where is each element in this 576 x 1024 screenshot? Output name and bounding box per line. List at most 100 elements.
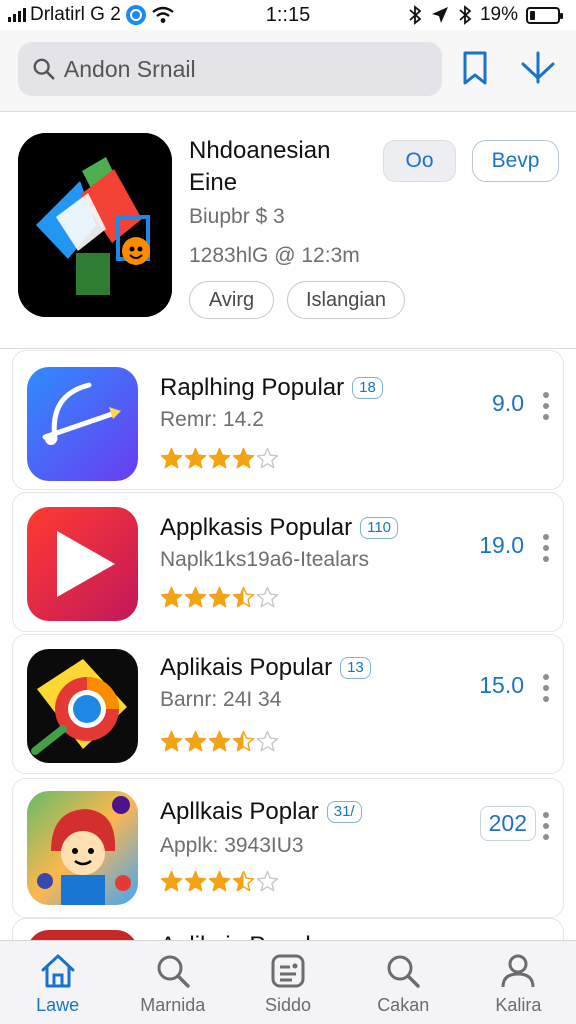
search-input[interactable] xyxy=(63,55,428,83)
signal-icon xyxy=(8,8,26,22)
app-icon-browser[interactable] xyxy=(27,649,138,763)
app-row[interactable]: Apllkais Poplar 31/ Applk: 3943IU3 202 xyxy=(0,778,576,920)
app-icon-character[interactable] xyxy=(27,791,138,905)
app-rating: 9.0 xyxy=(492,390,524,416)
app-rating: 202 xyxy=(479,806,536,841)
bluetooth-icon xyxy=(409,5,422,25)
star-filled-icon xyxy=(160,447,183,470)
messenger-icon xyxy=(125,5,146,25)
app-name: Apllkais Poplar 31/ xyxy=(160,798,362,826)
bookmark-button[interactable] xyxy=(455,48,495,88)
tab-label: Siddo xyxy=(264,995,312,1015)
star-empty-icon xyxy=(256,586,279,609)
app-subtitle: Applk: 3943IU3 xyxy=(160,834,304,857)
more-options-icon[interactable] xyxy=(542,674,550,702)
star-filled-icon xyxy=(232,447,255,470)
profile-icon xyxy=(501,954,535,988)
app-icon-bow[interactable] xyxy=(27,367,138,481)
star-filled-icon xyxy=(160,730,183,753)
app-icon-play[interactable] xyxy=(27,507,138,621)
tab-apps[interactable]: Siddo xyxy=(230,941,345,1024)
home-icon xyxy=(41,954,75,988)
featured-app[interactable]: Nhdoanesian Eine Oo Bevp Biupbr $ 3 1283… xyxy=(0,113,576,349)
star-half-icon xyxy=(232,586,255,609)
featured-app-price: Biupbr $ 3 xyxy=(189,205,285,228)
status-bar: Drlatirl G 2 1::15 19% xyxy=(0,0,576,30)
search-icon xyxy=(387,955,420,988)
app-row[interactable]: Applkasis Popular 110 Naplk1ks19a6-Iteal… xyxy=(0,492,576,634)
app-name: Aplikais Popular 13 xyxy=(160,654,371,682)
more-options-icon[interactable] xyxy=(542,392,550,420)
app-row[interactable]: Aplikais Popular 13 Barnr: 24I 34 15.0 xyxy=(0,634,576,776)
download-button[interactable] xyxy=(518,48,558,88)
star-filled-icon xyxy=(208,730,231,753)
carrier-label: Drlatirl G 2 xyxy=(30,4,121,25)
app-rating: 19.0 xyxy=(479,532,524,558)
bluetooth-icon-2 xyxy=(459,5,472,25)
app-name: Applkasis Popular 110 xyxy=(160,514,399,542)
app-subtitle: Naplk1ks19a6-Itealars xyxy=(160,548,369,571)
star-filled-icon xyxy=(184,586,207,609)
location-icon xyxy=(431,7,448,23)
star-rating xyxy=(160,730,279,753)
app-badge: 18 xyxy=(352,377,383,399)
tab-search[interactable]: Marnida xyxy=(115,941,230,1024)
app-rating: 15.0 xyxy=(479,672,524,698)
more-options-icon[interactable] xyxy=(542,534,550,562)
tag-chip[interactable]: Avirg xyxy=(189,281,274,319)
featured-logo-icon xyxy=(18,133,172,317)
more-options-icon[interactable] xyxy=(542,812,550,840)
app-badge: 31/ xyxy=(326,801,362,823)
featured-app-icon[interactable] xyxy=(18,133,172,317)
star-rating xyxy=(160,586,279,609)
app-subtitle: Barnr: 24I 34 xyxy=(160,688,282,711)
star-filled-icon xyxy=(184,730,207,753)
status-left: Drlatirl G 2 xyxy=(8,4,175,26)
star-filled-icon xyxy=(160,586,183,609)
app-name: Raplhing Popular 18 xyxy=(160,374,383,402)
star-filled-icon xyxy=(160,870,183,893)
featured-open-button[interactable]: Oo xyxy=(383,140,456,182)
search-icon xyxy=(33,58,55,80)
app-row[interactable]: Raplhing Popular 18 Remr: 14.2 9.0 xyxy=(0,350,576,492)
header xyxy=(0,30,576,112)
app-subtitle: Remr: 14.2 xyxy=(160,408,264,431)
search-icon xyxy=(157,955,190,988)
tab-label: Kalira xyxy=(495,995,542,1015)
tag-chip[interactable]: Islangian xyxy=(287,281,405,319)
star-half-icon xyxy=(232,870,255,893)
star-empty-icon xyxy=(256,870,279,893)
battery-percent: 19% xyxy=(479,4,518,25)
app-badge: 110 xyxy=(360,517,399,539)
tab-profile[interactable]: Kalira xyxy=(461,941,576,1024)
star-filled-icon xyxy=(208,586,231,609)
tab-label: Lawe xyxy=(36,995,80,1015)
star-filled-icon xyxy=(184,870,207,893)
search-bar[interactable] xyxy=(18,42,442,96)
tab-bar: Lawe Marnida Siddo Cakan Kalira xyxy=(0,940,576,1024)
app-name-text: Raplhing Popular xyxy=(160,374,345,401)
app-name-text: Apllkais Poplar xyxy=(160,798,319,825)
app-name-text: Aplikais Popular xyxy=(160,654,333,681)
featured-app-title: Nhdoanesian Eine xyxy=(189,137,331,196)
star-filled-icon xyxy=(208,870,231,893)
featured-buy-button[interactable]: Bevp xyxy=(472,140,559,182)
app-badge: 13 xyxy=(340,657,371,679)
bookmark-icon xyxy=(463,51,487,85)
tab-label: Cakan xyxy=(377,995,430,1015)
status-right: 19% xyxy=(408,4,563,26)
star-filled-icon xyxy=(208,447,231,470)
battery-icon xyxy=(526,6,563,24)
wifi-icon xyxy=(152,6,174,23)
download-icon xyxy=(521,51,555,84)
battery-fill xyxy=(530,10,535,20)
tab-home[interactable]: Lawe xyxy=(0,941,115,1024)
star-empty-icon xyxy=(256,447,279,470)
tab-label: Marnida xyxy=(140,995,206,1015)
star-rating xyxy=(160,870,279,893)
apps-icon xyxy=(271,954,305,988)
app-name-text: Applkasis Popular xyxy=(160,514,353,541)
star-filled-icon xyxy=(184,447,207,470)
star-half-icon xyxy=(232,730,255,753)
tab-search-2[interactable]: Cakan xyxy=(346,941,461,1024)
